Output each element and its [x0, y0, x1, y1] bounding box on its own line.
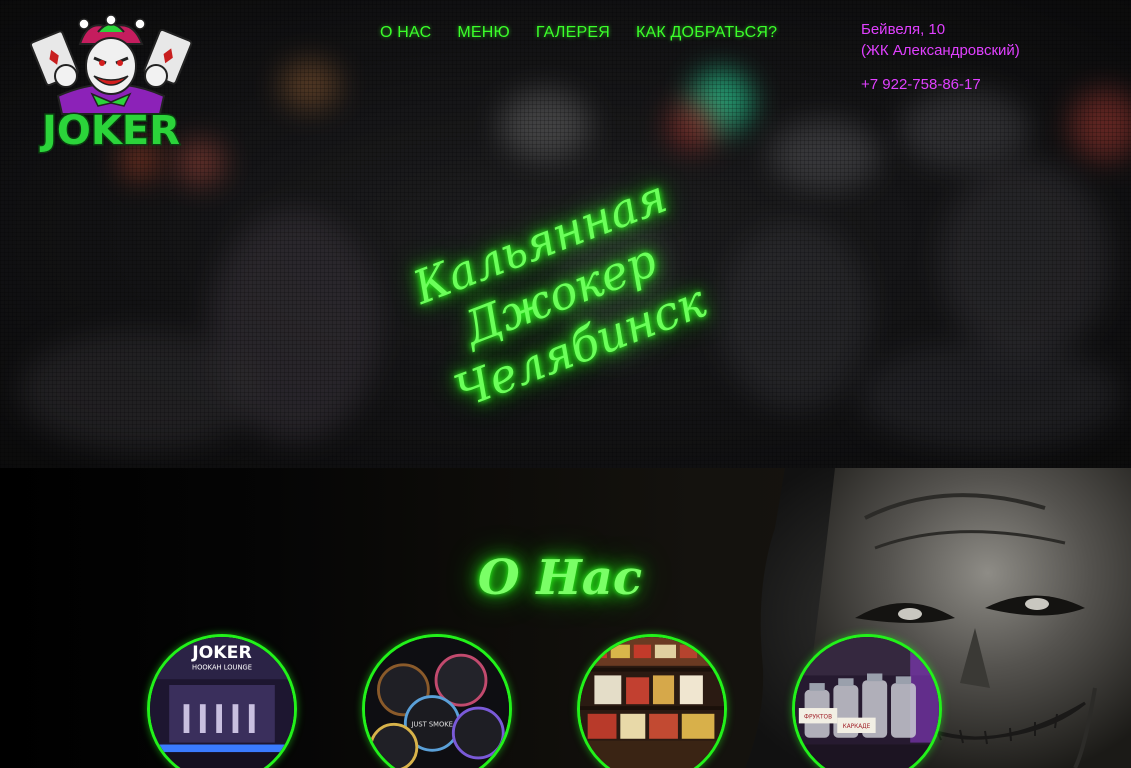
logo-wordmark: JOKER — [39, 108, 180, 154]
main-nav: О НАС МЕНЮ ГАЛЕРЕЯ КАК ДОБРАТЬСЯ? — [380, 22, 777, 44]
tin-label: JUST SMOKE — [410, 720, 452, 728]
hero-section: JOKER О НАС МЕНЮ ГАЛЕРЕЯ КАК ДОБРАТЬСЯ? … — [0, 0, 1131, 468]
nav-link-directions[interactable]: КАК ДОБРАТЬСЯ? — [636, 22, 777, 44]
nav-link-menu[interactable]: МЕНЮ — [457, 22, 510, 44]
lounge-sign-subtitle: HOOKAH LOUNGE — [192, 664, 252, 672]
contacts-block: Бейвеля, 10 (ЖК Александровский) +7 922-… — [861, 19, 1020, 95]
about-photo-lounge[interactable]: JOKER HOOKAH LOUNGE — [147, 634, 297, 768]
phone-link[interactable]: +7 922-758-86-17 — [861, 74, 1020, 95]
about-photo-tobacco[interactable]: JUST SMOKE — [362, 634, 512, 768]
address-line-1: Бейвеля, 10 — [861, 21, 946, 38]
nav-link-gallery[interactable]: ГАЛЕРЕЯ — [536, 22, 610, 44]
address-line-2: (ЖК Александровский) — [861, 42, 1020, 59]
lounge-sign-title: JOKER — [191, 643, 252, 663]
about-photo-shelves[interactable] — [577, 634, 727, 768]
about-section: О Нас JOKER HOOKAH LOUNGE JUST SMOKE ФРУ… — [0, 468, 1131, 768]
joker-logo[interactable]: JOKER — [28, 14, 194, 156]
jar-label-2: КАРКАДЕ — [843, 724, 871, 730]
jar-label-1: ФРУКТОВ — [804, 715, 832, 721]
nav-link-about[interactable]: О НАС — [380, 22, 431, 44]
about-heading: О Нас — [477, 550, 643, 606]
